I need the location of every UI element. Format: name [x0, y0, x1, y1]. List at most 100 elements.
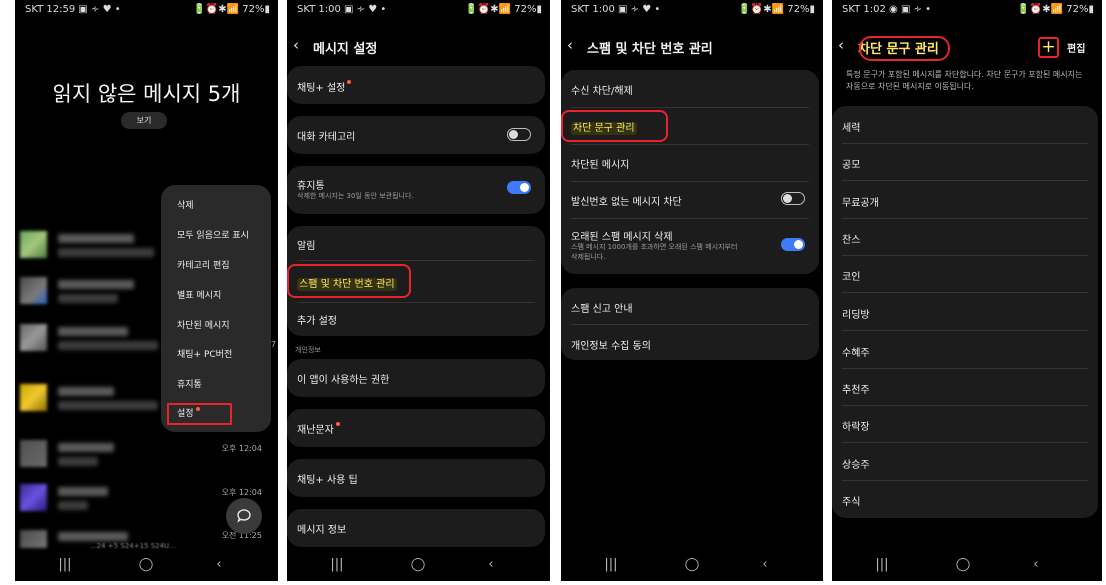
- status-bar: SKT 1:00 ▣ ∻ ♥ • 🔋⏰✱📶 72%▮: [561, 0, 823, 20]
- menu-item-trash[interactable]: 휴지통: [177, 377, 202, 390]
- menu-item-pc-version[interactable]: 채팅+ PC버전: [177, 347, 232, 360]
- trash-description: 삭제한 메시지는 30일 동안 보관됩니다.: [297, 192, 414, 200]
- avatar: [20, 484, 47, 511]
- annotation-box: [287, 264, 411, 298]
- setting-conversation-category[interactable]: 대화 카테고리: [297, 128, 535, 143]
- setting-tips[interactable]: 채팅+ 사용 팁: [297, 471, 535, 486]
- avatar: [20, 530, 47, 548]
- home-button[interactable]: ◯: [948, 557, 978, 572]
- header: ‹ 스팸 및 차단 번호 관리: [561, 30, 823, 62]
- status-bar: SKT 12:59 ▣ ∻ ♥ • 🔋⏰✱📶 72%▮: [15, 0, 278, 20]
- menu-item-blocked[interactable]: 차단된 메시지: [177, 318, 230, 331]
- trash-toggle[interactable]: [507, 181, 531, 194]
- delete-old-spam-desc-1: 스팸 메시지 1000개를 초과하면 오래된 스팸 메시지부터: [571, 243, 738, 251]
- conversation-snippet: ...24 +5 S24+15 S24U...: [90, 542, 176, 550]
- setting-emergency[interactable]: 재난문자: [297, 421, 535, 436]
- phrase-item[interactable]: 수혜주: [842, 344, 1088, 359]
- avatar: [20, 277, 47, 304]
- recent-apps-button[interactable]: |||: [867, 557, 897, 572]
- recent-apps-button[interactable]: |||: [50, 557, 80, 572]
- menu-item-edit-categories[interactable]: 카테고리 편집: [177, 258, 230, 271]
- recent-apps-button[interactable]: |||: [322, 557, 352, 572]
- back-button[interactable]: ‹: [750, 557, 780, 572]
- back-arrow-icon[interactable]: ‹: [567, 36, 573, 54]
- notification-dot: [347, 80, 352, 84]
- nav-bar: ||| ◯ ‹: [287, 551, 550, 581]
- status-right: 🔋⏰✱📶 72%▮: [1017, 4, 1094, 15]
- category-toggle[interactable]: [507, 128, 531, 141]
- conversation-item[interactable]: 오후 12:04: [20, 440, 278, 470]
- phone-messages-list: SKT 12:59 ▣ ∻ ♥ • 🔋⏰✱📶 72%▮ 읽지 않은 메시지 5개…: [15, 0, 278, 581]
- menu-item-mark-all-read[interactable]: 모두 읽음으로 표시: [177, 228, 249, 241]
- menu-item-delete[interactable]: 삭제: [177, 198, 194, 211]
- header: ‹ 메시지 설정: [287, 30, 550, 62]
- annotation-box: [859, 36, 950, 61]
- status-left: SKT 1:00 ▣ ∻ ♥ •: [571, 4, 661, 15]
- back-arrow-icon[interactable]: ‹: [838, 36, 844, 54]
- view-button[interactable]: 보기: [121, 112, 167, 129]
- setting-chat-plus[interactable]: 채팅+ 설정: [297, 79, 535, 94]
- phone-block-phrases: SKT 1:02 ◉ ▣ ∻ • 🔋⏰✱📶 72%▮ ‹ 차단 문구 관리 + …: [832, 0, 1102, 581]
- status-right: 🔋⏰✱📶 72%▮: [193, 4, 270, 15]
- recent-apps-button[interactable]: |||: [596, 557, 626, 572]
- new-chat-button[interactable]: [226, 498, 262, 534]
- phone-spam-block-settings: SKT 1:00 ▣ ∻ ♥ • 🔋⏰✱📶 72%▮ ‹ 스팸 및 차단 번호 …: [561, 0, 823, 581]
- setting-blocked-messages[interactable]: 차단된 메시지: [571, 156, 809, 171]
- add-phrase-button[interactable]: +: [1038, 37, 1059, 58]
- setting-block-unblock[interactable]: 수신 차단/해제: [571, 82, 809, 97]
- avatar: [20, 384, 47, 411]
- delete-old-spam-toggle[interactable]: [781, 238, 805, 251]
- back-button[interactable]: ‹: [476, 557, 506, 572]
- avatar: [20, 440, 47, 467]
- home-button[interactable]: ◯: [131, 557, 161, 572]
- setting-more[interactable]: 추가 설정: [297, 312, 535, 327]
- avatar: [20, 324, 47, 351]
- back-arrow-icon[interactable]: ‹: [293, 36, 299, 54]
- setting-permissions[interactable]: 이 앱이 사용하는 권한: [297, 371, 535, 386]
- status-right: 🔋⏰✱📶 72%▮: [738, 4, 815, 15]
- settings-card: 메시지 정보: [287, 509, 545, 547]
- setting-delete-old-spam[interactable]: 오래된 스팸 메시지 삭제: [571, 228, 809, 243]
- conversation-time: 오후 12:04: [221, 488, 262, 497]
- status-right: 🔋⏰✱📶 72%▮: [465, 4, 542, 15]
- phrase-item[interactable]: 코인: [842, 268, 1088, 283]
- phrase-item[interactable]: 공모: [842, 156, 1088, 171]
- back-button[interactable]: ‹: [204, 557, 234, 572]
- delete-old-spam-desc-2: 삭제됩니다.: [571, 253, 606, 261]
- settings-card: 스팸 신고 안내 개인정보 수집 동의: [561, 288, 819, 360]
- phrase-item[interactable]: 세력: [842, 119, 1088, 134]
- setting-block-no-caller[interactable]: 발신번호 없는 메시지 차단: [571, 193, 809, 208]
- settings-card: 이 앱이 사용하는 권한: [287, 359, 545, 397]
- phrase-item[interactable]: 추천주: [842, 381, 1088, 396]
- no-caller-toggle[interactable]: [781, 192, 805, 205]
- phrase-item[interactable]: 찬스: [842, 231, 1088, 246]
- back-button[interactable]: ‹: [1021, 557, 1051, 572]
- nav-bar: ||| ◯ ‹: [832, 551, 1102, 581]
- home-button[interactable]: ◯: [677, 557, 707, 572]
- setting-notifications[interactable]: 알림: [297, 237, 535, 252]
- setting-privacy-consent[interactable]: 개인정보 수집 동의: [571, 337, 809, 352]
- menu-item-starred[interactable]: 별표 메시지: [177, 288, 221, 301]
- unread-title: 읽지 않은 메시지 5개: [52, 82, 241, 106]
- conversation-time: 오후 12:04: [221, 444, 262, 453]
- phrase-item[interactable]: 하락장: [842, 418, 1088, 433]
- setting-trash[interactable]: 휴지통: [297, 177, 535, 192]
- setting-about[interactable]: 메시지 정보: [297, 521, 535, 536]
- status-bar: SKT 1:00 ▣ ∻ ♥ • 🔋⏰✱📶 72%▮: [287, 0, 550, 20]
- settings-card: 대화 카테고리: [287, 116, 545, 154]
- phrase-item[interactable]: 주식: [842, 493, 1088, 508]
- annotation-box: [561, 110, 668, 142]
- page-title: 스팸 및 차단 번호 관리: [587, 42, 713, 57]
- phrase-item[interactable]: 무료공개: [842, 194, 1088, 209]
- nav-bar: ||| ◯ ‹: [561, 551, 823, 581]
- setting-spam-report[interactable]: 스팸 신고 안내: [571, 300, 809, 315]
- edit-button[interactable]: 편집: [1067, 40, 1085, 55]
- overflow-menu: 삭제 모두 읽음으로 표시 카테고리 편집 별표 메시지 차단된 메시지 채팅+…: [161, 185, 271, 432]
- chat-plus-icon: [237, 509, 251, 523]
- settings-card: 휴지통 삭제한 메시지는 30일 동안 보관됩니다.: [287, 166, 545, 214]
- phrase-item[interactable]: 리딩방: [842, 306, 1088, 321]
- phrase-item[interactable]: 상승주: [842, 456, 1088, 471]
- home-button[interactable]: ◯: [403, 557, 433, 572]
- settings-card: 수신 차단/해제 차단 문구 관리 차단된 메시지 발신번호 없는 메시지 차단…: [561, 70, 819, 274]
- page-title: 메시지 설정: [313, 42, 378, 57]
